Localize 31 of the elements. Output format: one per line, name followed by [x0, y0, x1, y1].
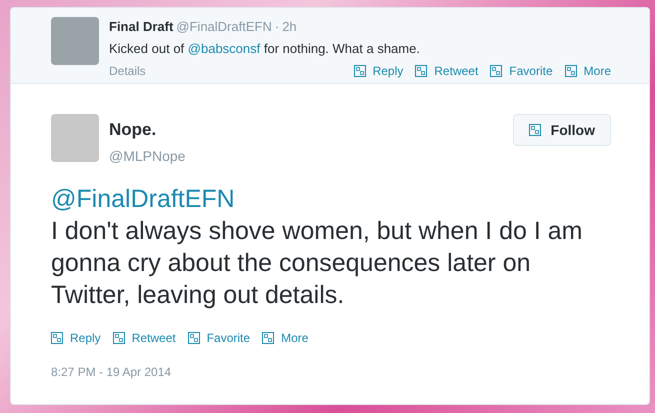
action-icon	[112, 332, 125, 344]
tweet-action-link[interactable]: Favorite	[188, 328, 250, 346]
tweet-action-link[interactable]: Reply	[51, 328, 101, 346]
avatar-photo-placeholder	[51, 17, 99, 65]
separator-dot: ·	[274, 18, 280, 36]
author-handle[interactable]: @MLPNope	[109, 146, 513, 166]
tweet-timestamp: 8:27 PM - 19 Apr 2014	[51, 364, 172, 380]
action-icon	[528, 124, 541, 136]
tweet-time[interactable]: 2h	[282, 17, 297, 36]
author-handle[interactable]: @FinalDraftEFN	[176, 17, 272, 36]
mention-link[interactable]: @babsconsf	[188, 40, 260, 56]
tweet-action-link[interactable]: Favorite	[490, 62, 553, 80]
tweet-action-link[interactable]: Retweet	[415, 62, 478, 80]
action-icon	[490, 65, 502, 77]
tweet-text: I don't always shove women, but when I do I am gonna cry about the consequences later on Twitter, leaving out details.	[51, 216, 584, 310]
author-name[interactable]: Final Draft	[109, 17, 174, 36]
action-icon	[415, 65, 428, 77]
action-icon	[262, 332, 274, 344]
action-icon	[564, 65, 577, 77]
tweet-action-link[interactable]: Reply	[354, 62, 404, 80]
action-icon	[188, 332, 200, 344]
tweet-action-link[interactable]: Retweet	[112, 328, 176, 346]
details-link[interactable]: Details	[109, 62, 146, 80]
follow-button[interactable]: Follow	[512, 114, 611, 146]
mention-link[interactable]: @FinalDraftEFN	[51, 182, 611, 214]
action-icon	[354, 65, 366, 77]
tweet-action-link[interactable]: More	[564, 62, 611, 80]
author-name[interactable]: Nope.	[109, 117, 513, 142]
tweet-action-link[interactable]: More	[262, 328, 308, 346]
tweet-text: Kicked out of @babsconsf for nothing. What a shame.	[109, 40, 421, 58]
action-icon	[51, 332, 63, 344]
